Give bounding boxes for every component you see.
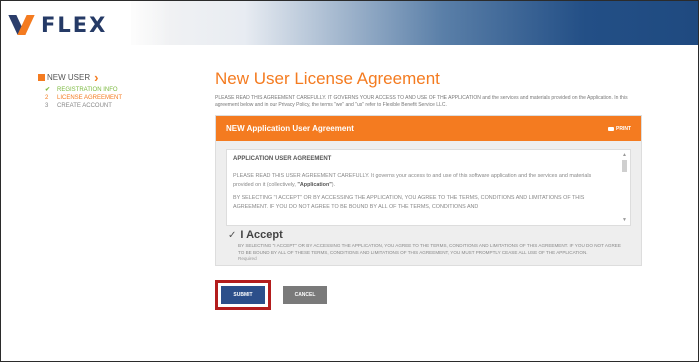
agreement-scroll-area[interactable]: APPLICATION USER AGREEMENT PLEASE READ T… [226, 149, 631, 226]
submit-highlight: SUBMIT [215, 280, 271, 310]
step-license-agreement: 2 LICENSE AGREEMENT [45, 95, 123, 101]
agreement-panel: NEW Application User Agreement PRINT APP… [215, 115, 642, 266]
intro-text: PLEASE READ THIS AGREEMENT CAREFULLY. IT… [215, 95, 628, 108]
agreement-paragraph-1: PLEASE READ THIS USER AGREEMENT CAREFULL… [233, 173, 592, 188]
flex-logo: FLEX [8, 13, 108, 37]
page-title: New User License Agreement [215, 69, 440, 88]
sidebar-title: NEW USER › [38, 71, 198, 84]
scrollbar[interactable]: ▲ ▼ [621, 152, 628, 223]
submit-button[interactable]: SUBMIT [221, 286, 265, 304]
main-panel: New User License Agreement PLEASE READ T… [215, 69, 645, 310]
scroll-up-icon[interactable]: ▲ [621, 152, 628, 158]
step-list: ✔ REGISTRATION INFO 2 LICENSE AGREEMENT … [45, 86, 198, 110]
step-registration-info: ✔ REGISTRATION INFO [45, 87, 118, 93]
cancel-button[interactable]: CANCEL [283, 286, 327, 304]
scroll-thumb[interactable] [622, 160, 627, 172]
agreement-heading: APPLICATION USER AGREEMENT [233, 156, 332, 162]
print-link[interactable]: PRINT [608, 126, 631, 132]
checkmark-icon: ✓ [228, 229, 237, 241]
step-create-account: 3 CREATE ACCOUNT [45, 103, 112, 109]
app-frame: FLEX NEW USER › ✔ REGISTRATION INFO 2 LI… [0, 0, 699, 362]
accept-description: BY SELECTING "I ACCEPT" OR BY ACCESSING … [238, 243, 621, 255]
brand-name: FLEX [41, 13, 108, 37]
accept-label: I Accept [240, 229, 283, 241]
button-row: SUBMIT CANCEL [215, 280, 645, 310]
accept-checkbox[interactable]: ✓ I Accept [228, 229, 631, 241]
agreement-title: NEW Application User Agreement [226, 124, 354, 133]
chevron-right-icon: › [94, 70, 99, 85]
print-icon [608, 126, 614, 131]
flex-logo-icon [8, 15, 35, 35]
sidebar: NEW USER › ✔ REGISTRATION INFO 2 LICENSE… [38, 71, 198, 110]
user-square-icon [38, 74, 45, 81]
agreement-header: NEW Application User Agreement PRINT [216, 116, 641, 141]
header-banner [131, 1, 698, 45]
agreement-paragraph-2: BY SELECTING "I ACCEPT" OR BY ACCESSING … [233, 195, 585, 210]
content-area: NEW USER › ✔ REGISTRATION INFO 2 LICENSE… [1, 45, 698, 345]
scroll-down-icon[interactable]: ▼ [621, 217, 628, 223]
checkmark-icon: ✔ [45, 87, 51, 93]
required-note: Required [238, 256, 257, 261]
